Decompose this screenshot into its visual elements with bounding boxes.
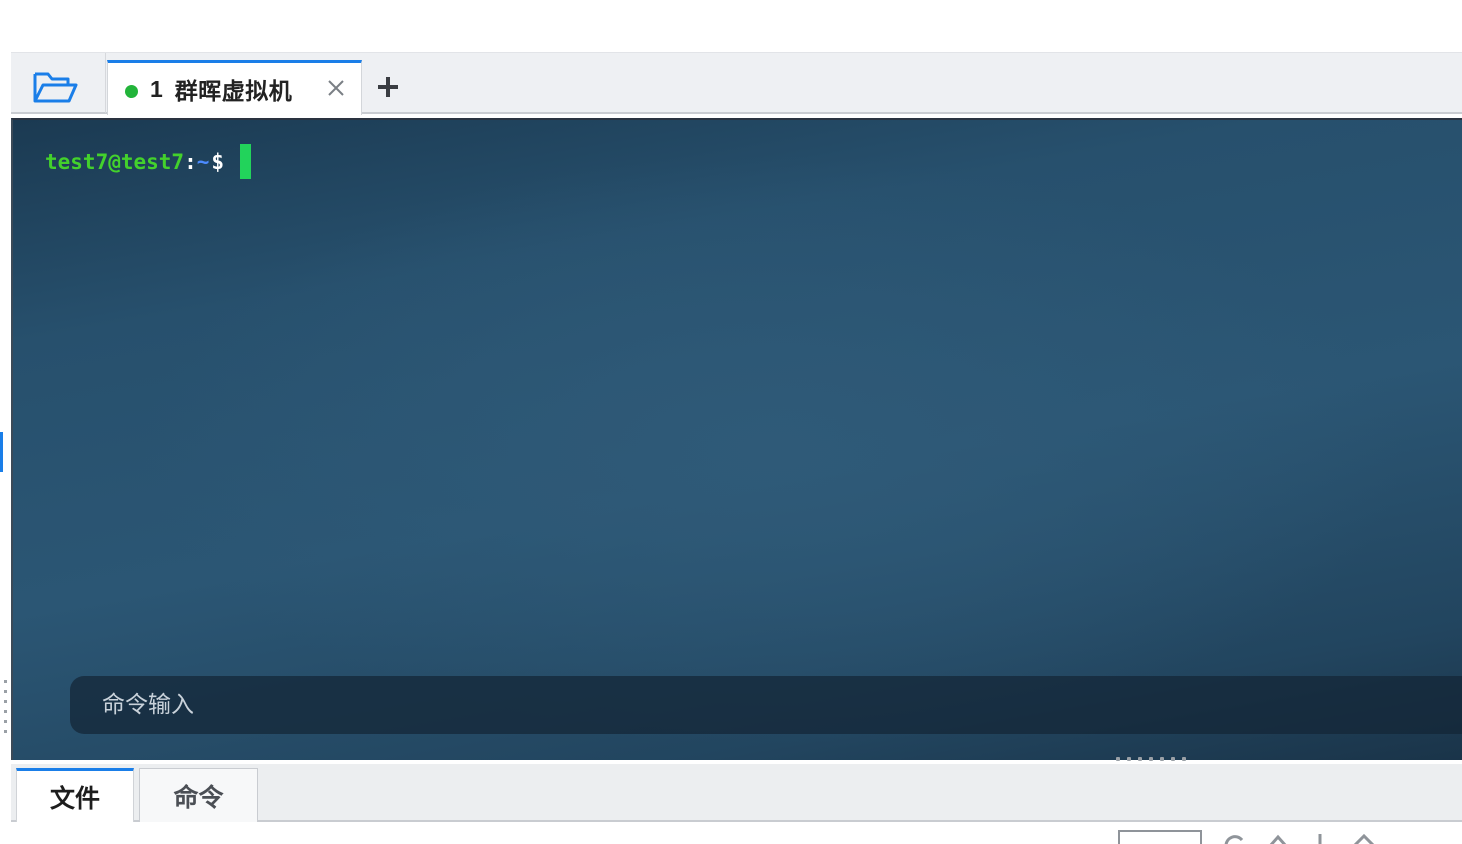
tab-divider	[105, 53, 106, 113]
left-resize-handle[interactable]	[4, 680, 7, 733]
partial-toolbar-icons	[1222, 832, 1376, 844]
terminal-cursor	[240, 144, 252, 179]
tab-commands[interactable]: 命令	[139, 768, 258, 822]
connection-status-icon	[125, 85, 138, 98]
terminal-pane[interactable]: test7@test7 : ~ $	[11, 118, 1462, 760]
session-tab-bar: 1 群晖虚拟机	[11, 52, 1462, 115]
session-tab[interactable]: 1 群晖虚拟机	[107, 60, 362, 115]
bottom-panel-content	[0, 822, 1462, 844]
tab-files[interactable]: 文件	[16, 768, 134, 822]
command-input[interactable]	[102, 692, 1402, 718]
home-icon[interactable]	[1352, 832, 1376, 844]
partial-dropdown[interactable]	[1118, 830, 1202, 844]
prompt-path: ~	[196, 149, 210, 174]
upload-icon[interactable]	[1310, 832, 1330, 844]
command-input-bar[interactable]	[70, 676, 1462, 734]
app-window: 1 群晖虚拟机 test7@test7 : ~ $ 文件 命令	[0, 0, 1462, 844]
close-icon[interactable]	[327, 79, 345, 97]
terminal-prompt: test7@test7 : ~ $	[45, 144, 252, 179]
prompt-symbol: $	[211, 149, 225, 174]
left-edge-indicator	[0, 432, 3, 472]
bottom-panel-tabs: 文件 命令	[11, 764, 1462, 822]
add-tab-icon[interactable]	[376, 75, 400, 99]
panel-splitter-handle[interactable]	[1116, 757, 1186, 761]
session-tab-number: 1	[150, 75, 163, 102]
prompt-user-host: test7@test7	[45, 149, 185, 174]
up-icon[interactable]	[1268, 832, 1288, 844]
session-tab-title: 群晖虚拟机	[174, 79, 293, 105]
prompt-colon: :	[184, 149, 197, 174]
folder-open-icon	[33, 72, 78, 103]
refresh-icon[interactable]	[1222, 832, 1246, 844]
open-folder-button[interactable]	[31, 69, 79, 105]
